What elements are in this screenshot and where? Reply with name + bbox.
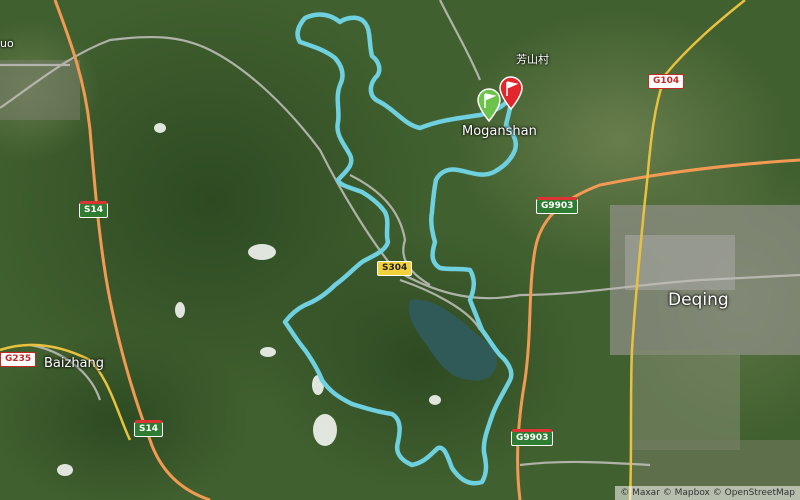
road-shield-g104: G104 [648, 74, 685, 89]
place-label-deqing: Deqing [668, 290, 729, 310]
road-shield-s14-upper: S14 [79, 201, 109, 218]
place-label-moganshan: Moganshan [462, 124, 537, 139]
road-shield-g235: G235 [0, 352, 37, 367]
place-label-partial-west: uo [0, 37, 14, 50]
road-shield-s304: S304 [377, 261, 413, 276]
road-shield-s14-lower: S14 [134, 420, 164, 437]
map-attribution[interactable]: © Maxar © Mapbox © OpenStreetMap [615, 486, 800, 500]
place-label-fangshan-village: 芳山村 [516, 53, 549, 66]
map-view[interactable]: Moganshan Deqing Baizhang 芳山村 uo S14 S14… [0, 0, 800, 500]
road-shield-g9903-upper: G9903 [536, 197, 579, 214]
place-label-baizhang: Baizhang [44, 356, 105, 371]
finish-flag-icon[interactable] [498, 76, 524, 110]
road-shield-g9903-lower: G9903 [511, 429, 554, 446]
